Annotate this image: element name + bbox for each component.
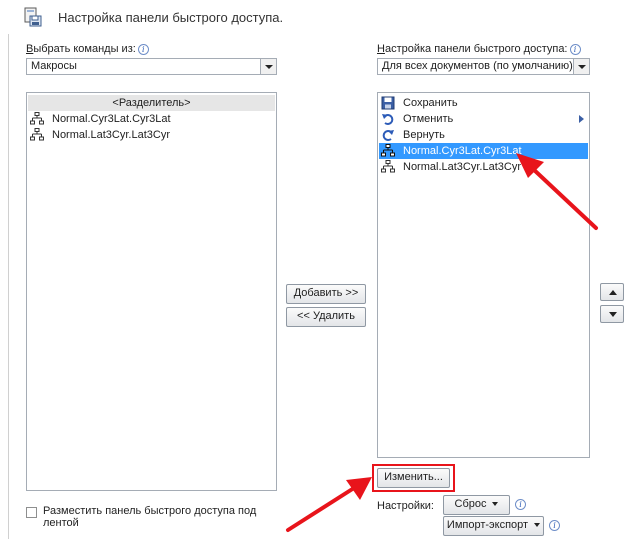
red-arrow-icon	[286, 477, 372, 532]
red-arrow-icon	[516, 153, 598, 230]
annotation-arrows	[286, 153, 598, 532]
